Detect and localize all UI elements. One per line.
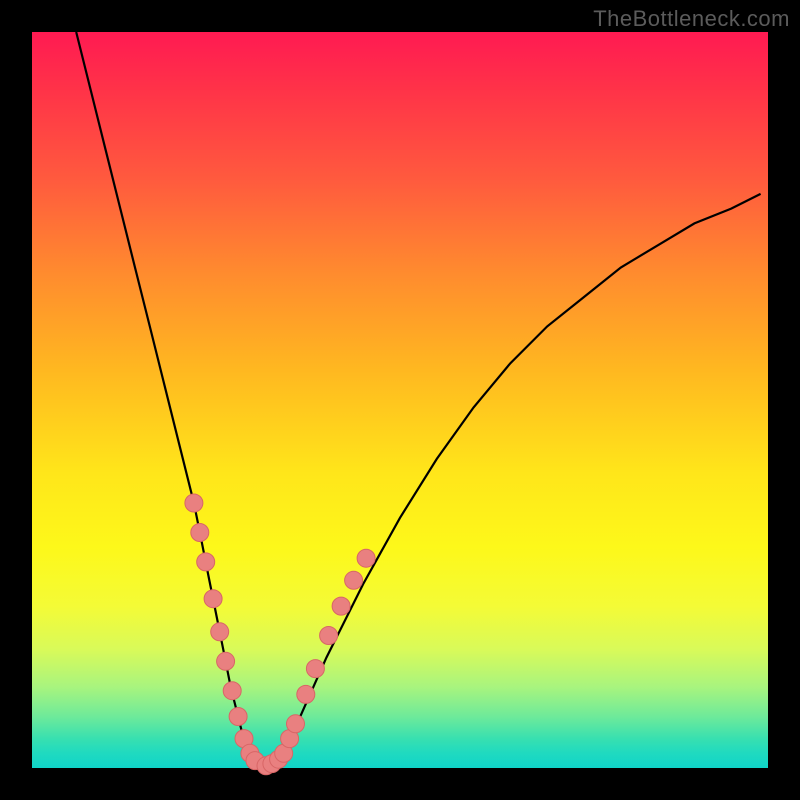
data-marker bbox=[320, 627, 338, 645]
data-marker bbox=[306, 660, 324, 678]
chart-svg bbox=[32, 32, 768, 768]
data-marker bbox=[223, 682, 241, 700]
data-marker bbox=[297, 685, 315, 703]
data-marker bbox=[345, 571, 363, 589]
data-marker bbox=[287, 715, 305, 733]
data-marker bbox=[217, 652, 235, 670]
data-marker bbox=[332, 597, 350, 615]
data-marker bbox=[357, 549, 375, 567]
outer-frame: TheBottleneck.com bbox=[0, 0, 800, 800]
data-marker bbox=[197, 553, 215, 571]
data-marker bbox=[229, 708, 247, 726]
data-marker bbox=[211, 623, 229, 641]
bottleneck-curve-path bbox=[76, 32, 760, 768]
plot-area bbox=[32, 32, 768, 768]
markers-group bbox=[185, 494, 375, 775]
data-marker bbox=[204, 590, 222, 608]
data-marker bbox=[191, 524, 209, 542]
watermark-text: TheBottleneck.com bbox=[593, 6, 790, 32]
data-marker bbox=[185, 494, 203, 512]
